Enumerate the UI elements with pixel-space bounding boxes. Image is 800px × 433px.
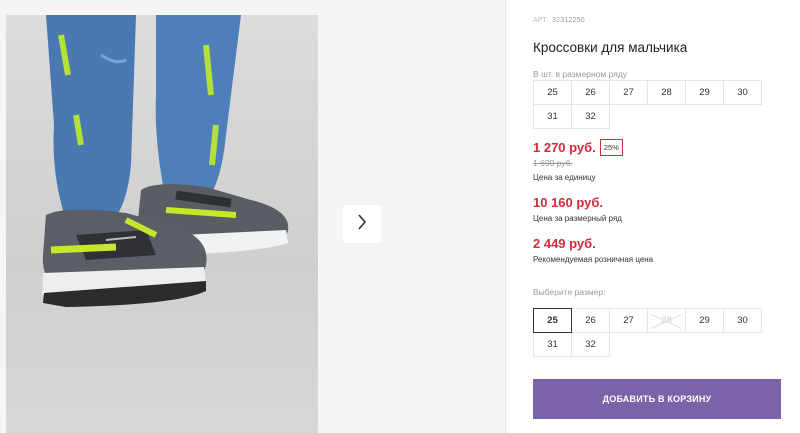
discount-badge: 25% (599, 139, 623, 156)
retail-price: 2 449 руб. (533, 236, 596, 251)
size-option-26[interactable]: 26 (571, 308, 610, 333)
product-title: Кроссовки для мальчика (533, 40, 688, 55)
price-row: 1 270 руб. 25% (533, 139, 623, 156)
chevron-right-icon (357, 213, 367, 235)
size-option-28: 28 (647, 308, 686, 333)
article-label: АРТ: (533, 17, 550, 24)
old-price: 1 690 руб. (533, 158, 573, 168)
current-price: 1 270 руб. (533, 140, 596, 155)
product-page: АРТ: 32312250 Кроссовки для мальчика В шт… (0, 0, 800, 433)
pack-size-cell: 26 (571, 80, 610, 105)
row-price-note: Цена за размерный ряд (533, 214, 622, 223)
retail-price-note: Рекомендуемая розничная цена (533, 255, 654, 264)
size-option-27[interactable]: 27 (609, 308, 648, 333)
article-value: 32312250 (552, 17, 585, 24)
pack-sizes-label: В шт. в размерном ряду (533, 69, 628, 79)
pack-size-cell: 32 (571, 104, 610, 129)
next-image-button[interactable] (343, 205, 381, 243)
choose-size-grid: 25 26 27 28 29 30 31 32 (533, 308, 762, 357)
size-option-25[interactable]: 25 (533, 308, 572, 333)
pack-size-cell: 27 (609, 80, 648, 105)
pack-size-cell: 30 (723, 80, 762, 105)
product-photo (6, 15, 318, 433)
size-option-32[interactable]: 32 (571, 332, 610, 357)
pack-sizes-grid: 25 26 27 28 29 30 31 32 (533, 80, 762, 129)
product-gallery (0, 0, 506, 433)
size-option-30[interactable]: 30 (723, 308, 762, 333)
size-option-29[interactable]: 29 (685, 308, 724, 333)
choose-size-label: Выберите размер: (533, 287, 606, 297)
row-price: 10 160 руб. (533, 195, 604, 210)
pack-size-cell: 31 (533, 104, 572, 129)
pack-size-cell: 25 (533, 80, 572, 105)
add-to-cart-button[interactable]: ДОБАВИТЬ В КОРЗИНУ (533, 379, 781, 419)
pack-size-cell: 29 (685, 80, 724, 105)
unit-price-note: Цена за единицу (533, 173, 596, 182)
article-number: АРТ: 32312250 (533, 17, 585, 24)
product-info: АРТ: 32312250 Кроссовки для мальчика В шт… (533, 0, 800, 433)
size-option-31[interactable]: 31 (533, 332, 572, 357)
pack-size-cell: 28 (647, 80, 686, 105)
